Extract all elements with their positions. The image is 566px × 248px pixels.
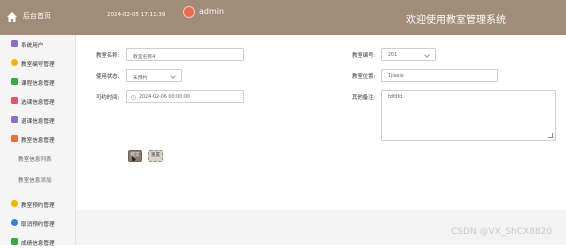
sidebar-subitem-label: 教室信息添加 xyxy=(18,178,52,184)
watermark: CSDN @VX_ShCX8820 xyxy=(451,227,553,237)
clock-icon xyxy=(131,94,136,100)
remark-label: 其他备注: xyxy=(352,95,376,101)
home-icon[interactable] xyxy=(6,11,18,23)
classroom-number-select[interactable]: 201 xyxy=(381,48,436,61)
datetime-display: 2024-02-05 17:11:39 xyxy=(107,12,166,18)
sidebar-item-course-info[interactable]: 课程信息管理 xyxy=(0,76,76,88)
apps-icon xyxy=(11,135,18,142)
sidebar-item-label: 教室预约管理 xyxy=(21,203,55,209)
sidebar-item-label: 取消预约管理 xyxy=(21,222,55,228)
classroom-name-input[interactable]: 教室名称4 xyxy=(126,48,244,61)
home-link[interactable]: 后台首页 xyxy=(23,11,51,21)
list-icon xyxy=(11,78,18,85)
sidebar-item-label: 选课信息管理 xyxy=(21,100,55,106)
sidebar-item-grade-info[interactable]: 成绩信息管理 xyxy=(0,236,76,248)
circle-icon xyxy=(11,59,18,66)
resize-handle-icon[interactable] xyxy=(548,133,553,138)
circle-icon xyxy=(11,200,18,207)
sidebar-item-label: 教室编号管理 xyxy=(21,62,55,68)
reset-button[interactable]: 重置 xyxy=(148,150,163,162)
location-input[interactable]: 1jiaxie xyxy=(381,69,498,82)
chevron-down-icon xyxy=(170,73,176,79)
top-bar: 后台首页 2024-02-05 17:11:39 admin 欢迎使用教室管理系… xyxy=(0,0,566,35)
sidebar-item-cancel-booking[interactable]: 取消预约管理 xyxy=(0,217,76,229)
book-icon xyxy=(11,97,18,104)
sidebar-item-classroom-booking[interactable]: 教室预约管理 xyxy=(0,198,76,210)
available-time-label: 可约时间: xyxy=(96,95,120,101)
grid-icon xyxy=(11,116,18,123)
classroom-name-label: 教室名称: xyxy=(96,53,120,59)
location-label: 教室位置: xyxy=(352,74,376,80)
available-time-input[interactable]: 2024-02-06 00:00:00 xyxy=(126,90,244,103)
sidebar-item-course-selection[interactable]: 选课信息管理 xyxy=(0,95,76,107)
sidebar-item-label: 成绩信息管理 xyxy=(21,241,55,247)
users-icon xyxy=(11,40,18,47)
star-icon xyxy=(11,219,18,226)
sidebar-item-label: 退课信息管理 xyxy=(21,119,55,125)
sidebar-subitem-label: 教室信息列表 xyxy=(18,157,52,163)
remark-textarea[interactable]: fdfdfd xyxy=(381,90,556,141)
sidebar-item-label: 教室信息管理 xyxy=(21,138,55,144)
username-label[interactable]: admin xyxy=(199,7,224,16)
sidebar-item-course-withdrawal[interactable]: 退课信息管理 xyxy=(0,114,76,126)
status-select[interactable]: 未预约 xyxy=(126,69,182,82)
status-label: 使用状态: xyxy=(96,74,120,80)
list-icon xyxy=(11,238,18,245)
classroom-number-label: 教室编号: xyxy=(352,53,376,59)
chevron-down-icon xyxy=(424,52,430,58)
sidebar-item-label: 课程信息管理 xyxy=(21,81,55,87)
sidebar-item-system-users[interactable]: 系统用户 xyxy=(0,38,76,50)
avatar[interactable] xyxy=(183,6,195,18)
sidebar-item-label: 系统用户 xyxy=(21,43,44,49)
system-title: 欢迎使用教室管理系统 xyxy=(406,15,506,26)
sidebar-item-classroom-number[interactable]: 教室编号管理 xyxy=(0,57,76,69)
sidebar-item-classroom-info[interactable]: 教室信息管理 xyxy=(0,133,76,145)
